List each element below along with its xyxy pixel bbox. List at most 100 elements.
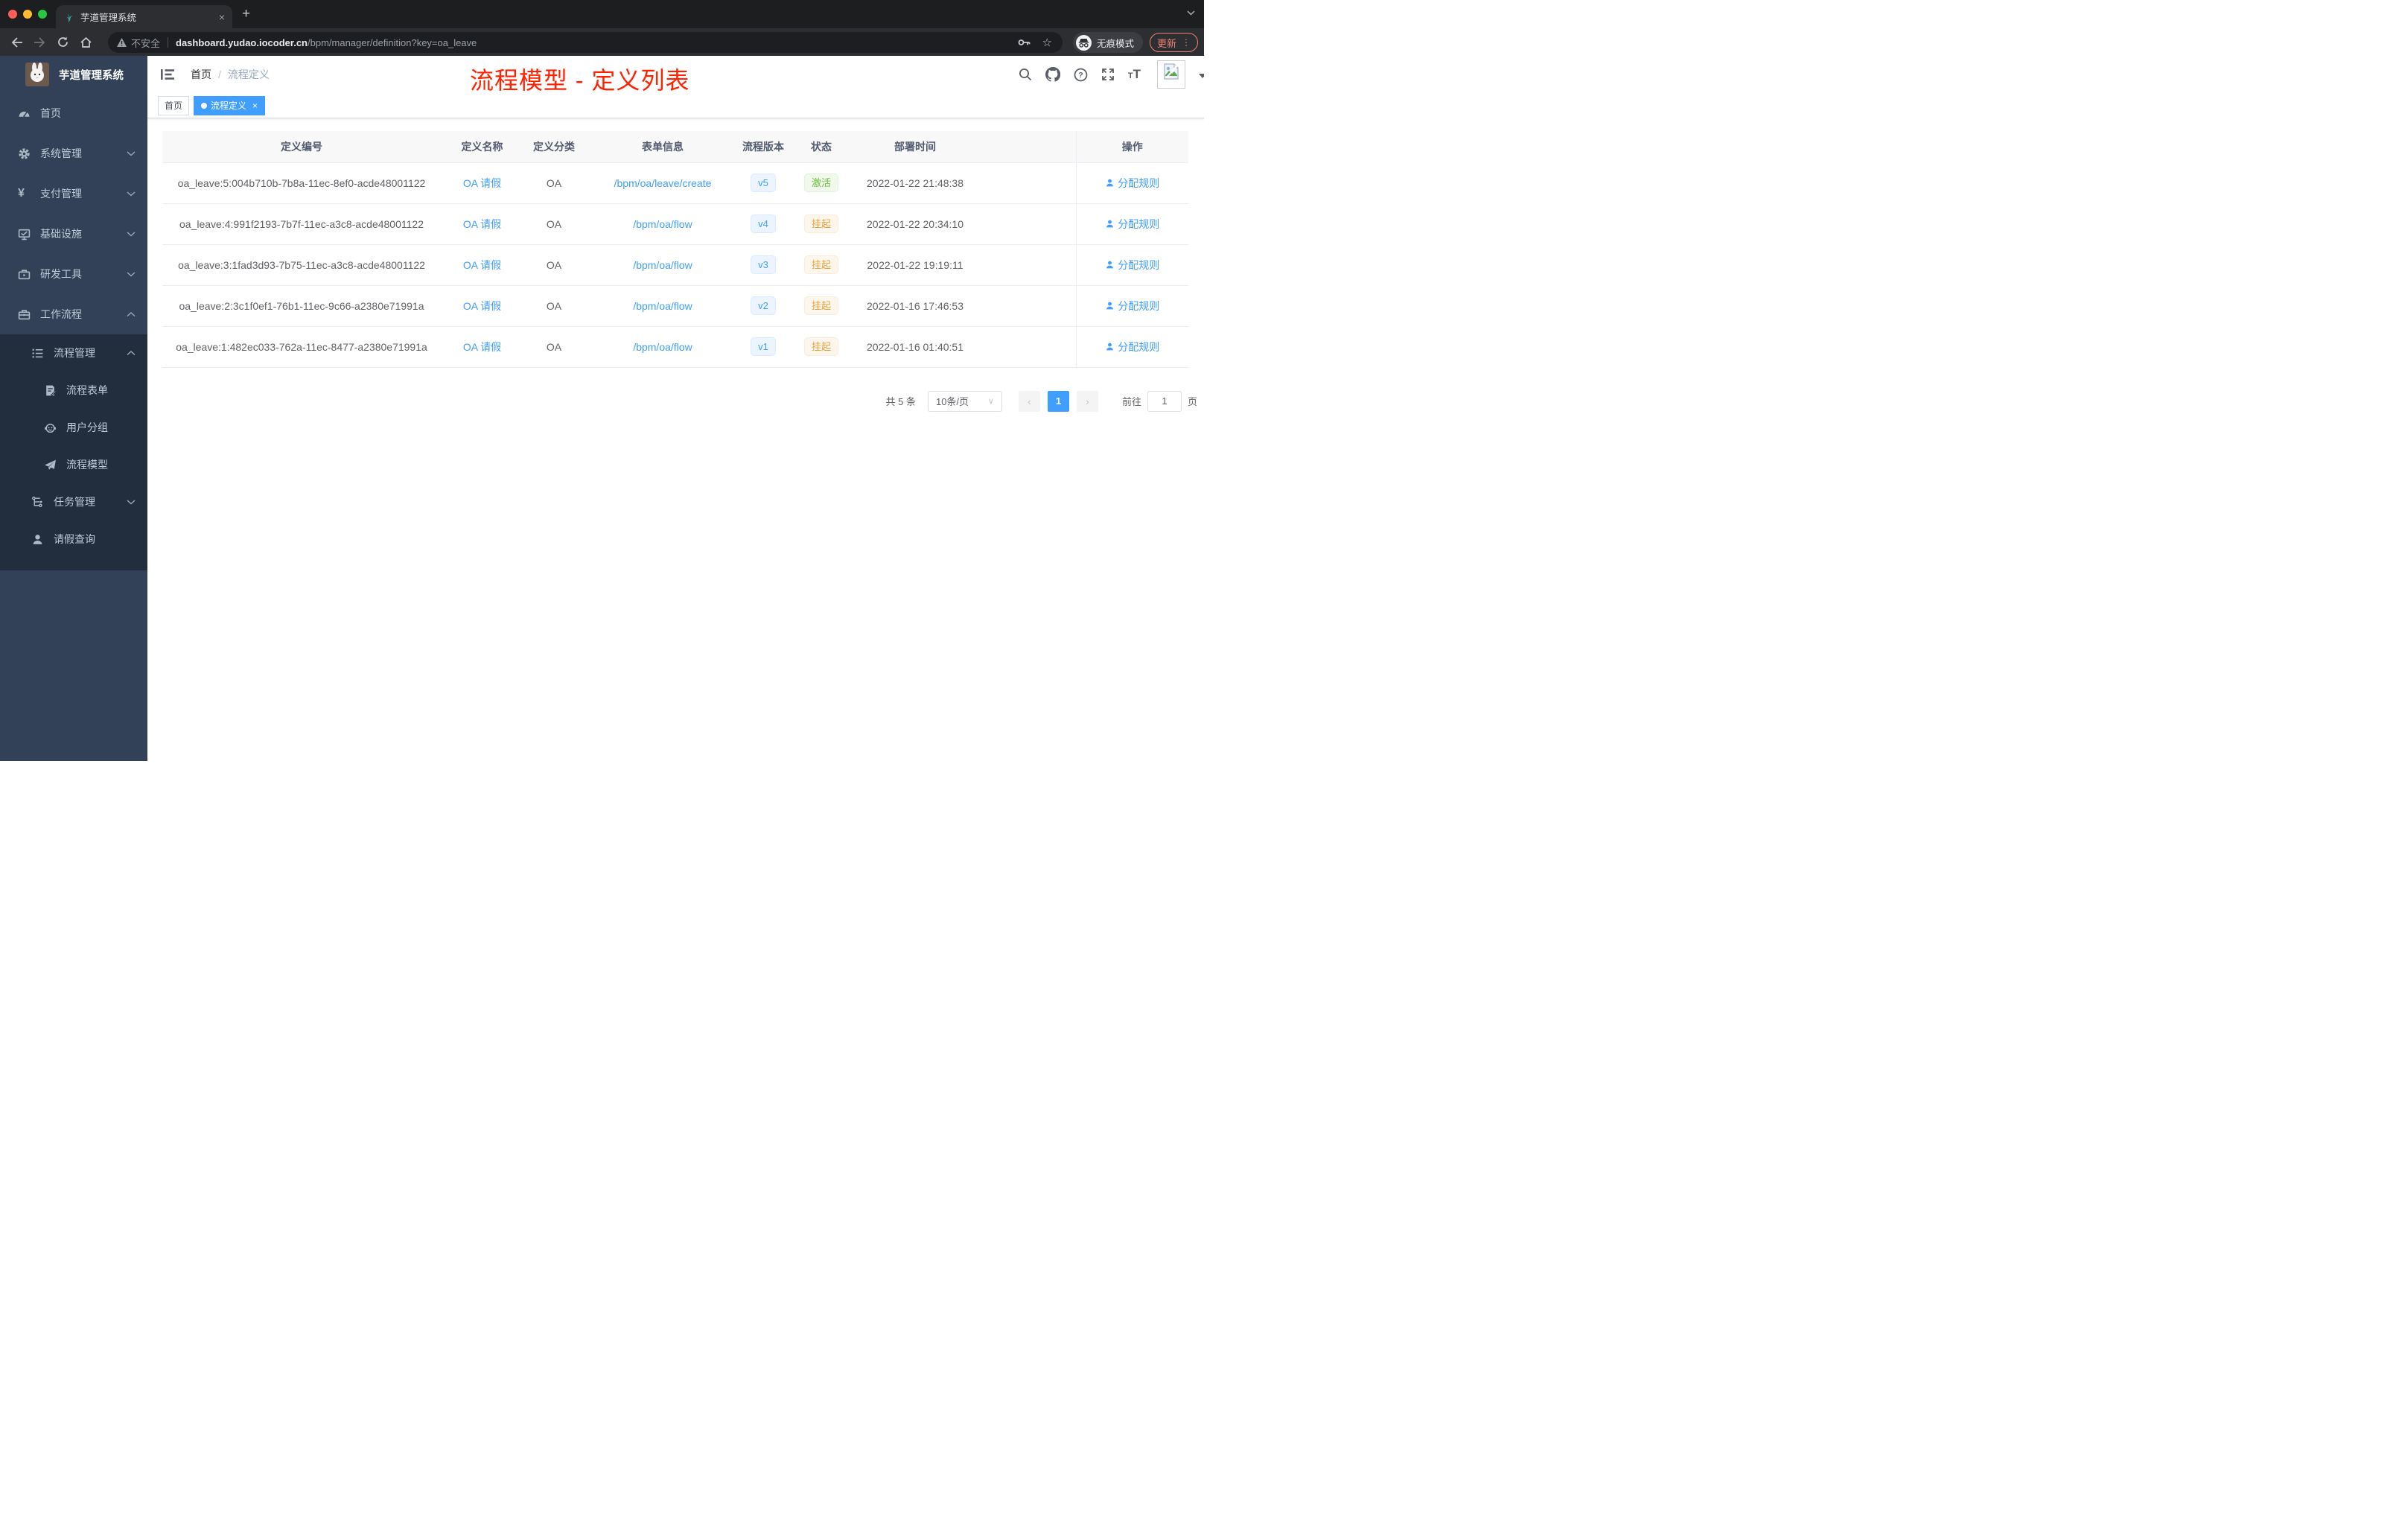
table-row: oa_leave:5:004b710b-7b8a-11ec-8ef0-acde4… xyxy=(162,162,1188,204)
sidebar-item-devtools[interactable]: 研发工具 xyxy=(0,254,147,294)
security-warning-label: 不安全 xyxy=(131,37,161,49)
definition-name-link[interactable]: OA 请假 xyxy=(463,259,501,271)
tag-close-icon[interactable]: × xyxy=(252,101,258,111)
prev-page-button[interactable]: ‹ xyxy=(1018,390,1040,412)
cell-definition-id: oa_leave:3:1fad3d93-7b75-11ec-a3c8-acde4… xyxy=(162,244,441,286)
update-button[interactable]: 更新 ⋮ xyxy=(1149,33,1198,52)
security-chip[interactable]: 不安全 xyxy=(117,36,160,50)
new-tab-button[interactable]: + xyxy=(242,6,250,22)
sidebar-item-label: 任务管理 xyxy=(54,496,95,508)
reload-icon[interactable] xyxy=(57,36,69,48)
assign-rule-button[interactable]: 分配规则 xyxy=(1105,217,1159,232)
sidebar-item-payment[interactable]: ¥ 支付管理 xyxy=(0,173,147,214)
browser-tab[interactable]: 芋道管理系统 × xyxy=(56,5,232,28)
form-link[interactable]: /bpm/oa/flow xyxy=(633,300,692,312)
tag-process-definition[interactable]: 流程定义 × xyxy=(194,95,266,115)
column-header: 表单信息 xyxy=(585,131,741,163)
tab-close-icon[interactable]: × xyxy=(219,12,225,22)
form-link[interactable]: /bpm/oa/flow xyxy=(633,341,692,353)
cell-deploy-time: 2022-01-16 17:46:53 xyxy=(857,285,973,327)
search-icon[interactable] xyxy=(1019,68,1032,81)
sidebar-item-system[interactable]: 系统管理 xyxy=(0,133,147,173)
definition-name-link[interactable]: OA 请假 xyxy=(463,341,501,353)
cell-deploy-time: 2022-01-22 19:19:11 xyxy=(857,244,973,286)
user-avatar[interactable] xyxy=(1157,60,1185,89)
form-link[interactable]: /bpm/oa/leave/create xyxy=(614,177,712,189)
chevron-up-icon xyxy=(127,311,136,317)
list-icon xyxy=(31,347,44,360)
current-page-button[interactable]: 1 xyxy=(1047,390,1069,412)
assign-rule-button[interactable]: 分配规则 xyxy=(1105,176,1159,191)
status-badge: 挂起 xyxy=(803,255,838,274)
goto-page-input[interactable] xyxy=(1147,390,1182,412)
bookmark-star-icon[interactable]: ☆ xyxy=(1042,36,1052,49)
breadcrumb-home[interactable]: 首页 xyxy=(191,67,211,82)
cell-category: OA xyxy=(523,162,585,204)
github-icon[interactable] xyxy=(1045,67,1060,82)
cell-filler xyxy=(973,285,1076,327)
key-icon[interactable] xyxy=(1018,39,1031,46)
assign-rule-button[interactable]: 分配规则 xyxy=(1105,258,1159,273)
tab-search-chevron-icon[interactable] xyxy=(1187,10,1195,16)
cell-deploy-time: 2022-01-22 20:34:10 xyxy=(857,203,973,245)
help-icon[interactable]: ? xyxy=(1074,68,1088,82)
tag-home[interactable]: 首页 xyxy=(158,95,190,115)
incognito-badge: 无痕模式 xyxy=(1072,32,1143,53)
definition-name-link[interactable]: OA 请假 xyxy=(463,218,501,230)
sidebar-item-workflow[interactable]: 工作流程 xyxy=(0,294,147,334)
home-icon[interactable] xyxy=(80,36,92,48)
svg-text:?: ? xyxy=(1078,71,1083,80)
sidebar-item-user-group[interactable]: 用户分组 xyxy=(0,409,147,446)
sidebar-logo[interactable]: 芋道管理系统 xyxy=(0,56,147,93)
yen-icon: ¥ xyxy=(18,187,25,200)
assign-rule-button[interactable]: 分配规则 xyxy=(1105,340,1159,354)
sidebar-item-infrastructure[interactable]: 基础设施 xyxy=(0,214,147,254)
fullscreen-icon[interactable] xyxy=(1101,68,1115,81)
robot-icon xyxy=(44,421,57,434)
logo-avatar xyxy=(25,63,49,86)
form-link[interactable]: /bpm/oa/flow xyxy=(633,259,692,271)
avatar-caret-icon[interactable] xyxy=(1199,74,1204,78)
sidebar-item-leave-query[interactable]: 请假查询 xyxy=(0,520,147,558)
sidebar-item-process-management[interactable]: 流程管理 xyxy=(0,334,147,372)
chevron-down-icon xyxy=(127,231,136,237)
forward-icon[interactable] xyxy=(34,36,46,48)
workflow-submenu: 流程管理 流程表单 用户分组 流程模型 任务管理 请假查询 xyxy=(0,334,147,570)
user-icon xyxy=(1106,302,1114,310)
form-icon xyxy=(44,384,57,397)
tag-label: 流程定义 xyxy=(211,101,247,111)
tree-icon xyxy=(31,496,44,509)
back-icon[interactable] xyxy=(10,36,23,48)
sidebar-item-process-model[interactable]: 流程模型 xyxy=(0,446,147,483)
macos-minimize-button[interactable] xyxy=(23,10,32,19)
page-annotation: 流程模型 - 定义列表 xyxy=(470,67,690,94)
update-label: 更新 xyxy=(1156,37,1176,49)
browser-menu-dots-icon[interactable]: ⋮ xyxy=(1182,37,1191,48)
hamburger-icon[interactable] xyxy=(155,63,180,86)
page-size-select[interactable]: 10条/页 ∨ xyxy=(927,390,1002,412)
sidebar-item-task-management[interactable]: 任务管理 xyxy=(0,483,147,520)
next-page-button[interactable]: › xyxy=(1076,390,1098,412)
tags-view: 首页 流程定义 × xyxy=(147,93,1204,118)
paper-plane-icon xyxy=(44,459,57,471)
status-badge: 挂起 xyxy=(803,337,838,356)
form-link[interactable]: /bpm/oa/flow xyxy=(633,218,692,230)
breadcrumb-separator: / xyxy=(218,69,221,80)
macos-zoom-button[interactable] xyxy=(38,10,47,19)
browser-window: 芋道管理系统 × + 不安全 dashboard.yudao.iocoder.c xyxy=(0,0,1204,761)
monitor-icon xyxy=(18,228,31,241)
cell-category: OA xyxy=(523,285,585,327)
cell-deploy-time: 2022-01-22 21:48:38 xyxy=(857,162,973,204)
assign-rule-button[interactable]: 分配规则 xyxy=(1105,299,1159,313)
sidebar-item-home[interactable]: 首页 xyxy=(0,93,147,133)
sidebar-item-process-form[interactable]: 流程表单 xyxy=(0,372,147,409)
favicon-plant-icon xyxy=(63,11,74,22)
sidebar-item-label: 首页 xyxy=(40,107,61,119)
page-size-value: 10条/页 xyxy=(935,396,969,407)
column-header: 部署时间 xyxy=(857,131,973,163)
definition-name-link[interactable]: OA 请假 xyxy=(463,177,501,189)
macos-close-button[interactable] xyxy=(8,10,17,19)
definition-name-link[interactable]: OA 请假 xyxy=(463,300,501,312)
url-bar[interactable]: 不安全 dashboard.yudao.iocoder.cn/bpm/manag… xyxy=(108,32,1063,53)
font-size-icon[interactable]: TT xyxy=(1128,67,1141,82)
